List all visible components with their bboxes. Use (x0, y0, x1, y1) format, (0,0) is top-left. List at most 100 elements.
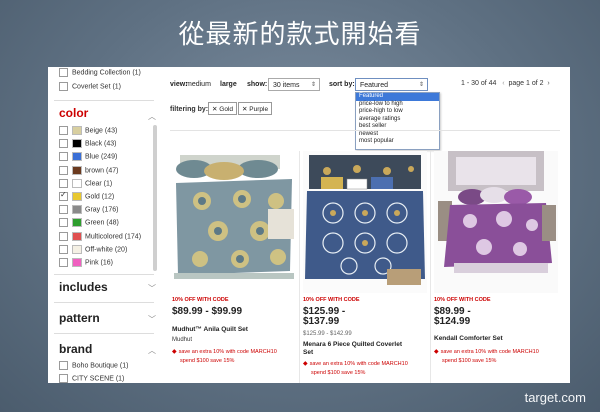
filter-checkbox-boho-boutique[interactable]: Boho Boutique (1) (59, 361, 128, 373)
includes-section-title[interactable]: includes (59, 280, 108, 294)
color-filter-label: Black (43) (85, 140, 117, 148)
color-filter-label: Gray (176) (85, 206, 119, 214)
product-card[interactable]: 10% OFF WITH CODE $89.99 - $124.99 Kenda… (434, 151, 558, 383)
checkbox[interactable] (59, 139, 68, 149)
checkbox[interactable] (59, 244, 68, 254)
sort-option[interactable]: average ratings (356, 116, 439, 124)
filter-checkbox-city-scene[interactable]: CITY SCENE (1) (59, 374, 124, 383)
color-swatch (72, 218, 82, 228)
brand-name: Mudhut (172, 337, 193, 343)
column-divider (430, 151, 431, 383)
page-indicator: page 1 of 2 (508, 80, 544, 87)
color-filter-item[interactable]: brown (47) (59, 165, 118, 178)
color-filter-item[interactable]: Multicolored (174) (59, 231, 141, 244)
result-range: 1 - 30 of 44 (461, 80, 497, 87)
updown-arrow-icon: ⇕ (310, 82, 316, 88)
color-filter-item[interactable]: Green (48) (59, 218, 119, 230)
view-large-link[interactable]: large (220, 81, 237, 88)
color-filter-label: Beige (43) (85, 127, 118, 135)
view-label: view: (170, 81, 188, 88)
color-swatch (72, 165, 82, 175)
checkbox[interactable] (59, 178, 68, 188)
product-name-link[interactable]: Kendall Comforter Set (434, 335, 503, 343)
sort-option[interactable]: most popular (356, 138, 439, 146)
promo-label: 10% OFF WITH CODE (303, 297, 360, 303)
checkbox-checked[interactable] (59, 190, 68, 201)
filter-checkbox-bedding-collection[interactable]: Bedding Collection (1) (59, 68, 141, 80)
filter-chip-gold[interactable]: ✕ Gold (208, 102, 237, 115)
product-name-link-line2[interactable]: Set (303, 349, 313, 357)
sort-option[interactable]: newest (356, 131, 439, 139)
product-name-link[interactable]: Menara 6 Piece Quilted Coverlet (303, 341, 402, 349)
color-filter-item[interactable]: Blue (249) (59, 152, 117, 164)
color-swatch (72, 244, 82, 254)
color-swatch (72, 192, 82, 201)
sort-select-value: Featured (360, 82, 389, 89)
offer-line-2: spend $100 save 15% (442, 358, 497, 364)
divider (54, 302, 154, 303)
brand-section-title[interactable]: brand (59, 342, 92, 356)
show-select[interactable]: 30 items ⇕ (268, 78, 320, 91)
chevron-up-icon[interactable]: ︿ (148, 345, 156, 356)
color-filter-label: Clear (1) (85, 180, 113, 188)
color-filter-item[interactable]: Clear (1) (59, 178, 113, 191)
chip-label: Gold (219, 106, 233, 113)
sort-option[interactable]: price-high to low (356, 108, 439, 116)
filter-label: Coverlet Set (1) (72, 83, 122, 91)
offer-text: save an extra 10% with code MARCH10 (309, 361, 408, 367)
checkbox[interactable] (59, 165, 68, 175)
checkbox[interactable] (59, 152, 68, 162)
product-image-coverlet[interactable] (303, 151, 427, 293)
color-filter-item[interactable]: Pink (16) (59, 258, 113, 270)
offer-text: save an extra 10% with code MARCH10 (178, 349, 277, 355)
promo-label: 10% OFF WITH CODE (172, 297, 229, 303)
chevron-up-icon[interactable]: ︿ (148, 111, 156, 122)
filter-chip-purple[interactable]: ✕ Purple (238, 102, 273, 115)
product-image-quilt[interactable] (172, 151, 296, 293)
offer-line-2: spend $100 save 15% (311, 370, 366, 376)
color-filter-label: Off-white (20) (85, 246, 128, 254)
pattern-section-title[interactable]: pattern (59, 311, 100, 325)
product-image-comforter[interactable] (434, 151, 558, 293)
offer-line: ◆ save an extra 10% with code MARCH10 (434, 348, 539, 356)
sort-label: sort by: (329, 81, 355, 88)
color-filter-item[interactable]: Gray (176) (59, 205, 118, 217)
color-swatch (72, 258, 82, 267)
checkbox[interactable] (59, 68, 68, 77)
checkbox[interactable] (59, 218, 68, 228)
close-icon[interactable]: ✕ (242, 106, 247, 113)
checkbox[interactable] (59, 258, 68, 267)
product-card[interactable]: 10% OFF WITH CODE $89.99 - $99.99 Mudhut… (172, 151, 296, 383)
checkbox[interactable] (59, 205, 68, 215)
close-icon[interactable]: ✕ (212, 106, 217, 113)
color-filter-item[interactable]: Gold (12) (59, 190, 114, 204)
color-filter-item[interactable]: Beige (43) (59, 126, 117, 138)
color-filter-item[interactable]: Off-white (20) (59, 244, 128, 257)
prev-page-icon[interactable]: ‹ (502, 80, 504, 87)
divider (54, 100, 154, 101)
sort-select[interactable]: Featured ⇕ (355, 78, 428, 91)
sort-option[interactable]: Featured (356, 93, 439, 101)
price: $89.99 - $99.99 (172, 306, 243, 317)
color-section-title[interactable]: color (59, 106, 88, 120)
view-medium-link[interactable]: medium (186, 81, 211, 88)
slide-title: 從最新的款式開始看 (178, 20, 422, 50)
checkbox[interactable] (59, 126, 68, 135)
chevron-down-icon[interactable]: ﹀ (148, 283, 156, 294)
color-list-scrollbar[interactable] (153, 125, 157, 271)
filter-label: Boho Boutique (1) (72, 362, 129, 370)
checkbox[interactable] (59, 374, 68, 383)
product-card[interactable]: 10% OFF WITH CODE $125.99 - $137.99 $125… (303, 151, 427, 383)
checkbox[interactable] (59, 361, 68, 370)
chevron-down-icon[interactable]: ﹀ (148, 314, 156, 325)
checkbox[interactable] (59, 231, 68, 241)
product-name-link[interactable]: Mudhut™ Anila Quilt Set (172, 326, 248, 334)
price-line-2: $124.99 (434, 316, 471, 327)
next-page-icon[interactable]: › (547, 80, 549, 87)
sort-option[interactable]: price-low to high (356, 101, 439, 109)
filtering-by-label: filtering by: (170, 106, 209, 113)
checkbox[interactable] (59, 82, 68, 91)
show-label: show: (247, 81, 268, 88)
color-filter-item[interactable]: Black (43) (59, 139, 117, 151)
filter-checkbox-coverlet-set[interactable]: Coverlet Set (1) (59, 82, 121, 94)
